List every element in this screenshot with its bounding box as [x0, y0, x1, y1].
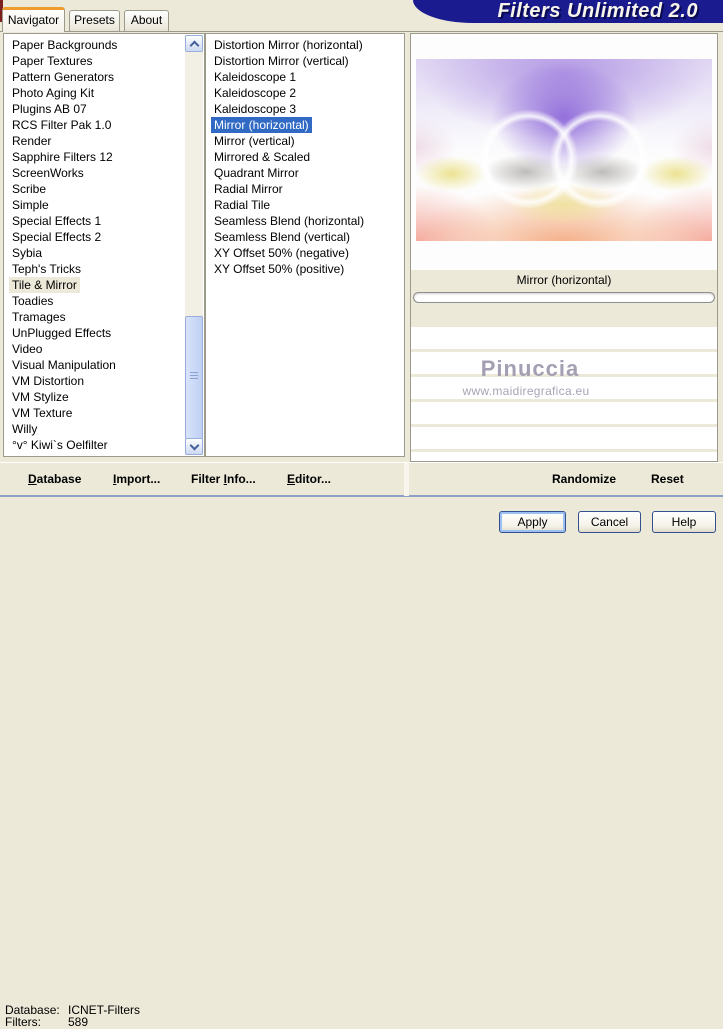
category-list-item[interactable]: Video [9, 341, 45, 357]
category-scrollbar[interactable] [185, 35, 203, 455]
filter-list-item[interactable]: Mirror (vertical) [211, 133, 298, 149]
category-list-item[interactable]: Render [9, 133, 54, 149]
tab-navigator[interactable]: Navigator [2, 7, 65, 32]
filter-list-item[interactable]: Distortion Mirror (horizontal) [211, 37, 366, 53]
filter-list-item[interactable]: XY Offset 50% (negative) [211, 245, 352, 261]
category-list-item[interactable]: Visual Manipulation [9, 357, 119, 373]
category-list-item[interactable]: Special Effects 1 [9, 213, 104, 229]
editor-label-key: E [287, 472, 296, 486]
filter-list-item[interactable]: Kaleidoscope 2 [211, 85, 299, 101]
category-list-item[interactable]: Simple [9, 197, 52, 213]
tab-bar-baseline [0, 31, 723, 32]
category-list-item[interactable]: Tile & Mirror [9, 277, 80, 293]
scroll-down-button[interactable] [185, 438, 203, 455]
category-list-item[interactable]: Sybia [9, 245, 45, 261]
toolbar: Database Import... Filter Info... Editor… [0, 462, 723, 497]
import-button[interactable]: Import... [113, 463, 160, 496]
filter-list-item[interactable]: Mirror (horizontal) [211, 117, 312, 133]
category-list-item[interactable]: VM Distortion [9, 373, 87, 389]
reset-button[interactable]: Reset [651, 463, 684, 496]
filter-info-button[interactable]: Filter Info... [191, 463, 256, 496]
preview-panel: Mirror (horizontal) Pinuccia www.maidire… [410, 33, 718, 462]
category-list-item[interactable]: Teph's Tricks [9, 261, 84, 277]
preview-area [411, 34, 717, 270]
filter-list-item[interactable]: XY Offset 50% (positive) [211, 261, 347, 277]
preview-image [416, 59, 712, 241]
category-list-item[interactable]: Special Effects 2 [9, 229, 104, 245]
category-list: Paper Backgrounds Paper Textures Pattern G… [4, 34, 204, 453]
apply-button[interactable]: Apply [499, 511, 566, 533]
chevron-down-icon [189, 440, 200, 451]
filter-list-item[interactable]: Kaleidoscope 1 [211, 69, 299, 85]
category-list-item[interactable]: Photo Aging Kit [9, 85, 97, 101]
cancel-button[interactable]: Cancel [578, 511, 641, 533]
filter-list-item[interactable]: Quadrant Mirror [211, 165, 302, 181]
watermark-title: Pinuccia [480, 356, 580, 381]
database-label-post: atabase [36, 472, 82, 486]
database-value: ICNET-Filters [68, 1003, 140, 1017]
filter-list-item[interactable]: Distortion Mirror (vertical) [211, 53, 352, 69]
filter-list-item[interactable]: Mirrored & Scaled [211, 149, 313, 165]
category-list-item[interactable]: UnPlugged Effects [9, 325, 114, 341]
scroll-up-button[interactable] [185, 35, 203, 52]
category-list-item[interactable]: VM Stylize [9, 389, 72, 405]
help-button[interactable]: Help [652, 511, 716, 533]
category-list-item[interactable]: RCS Filter Pak 1.0 [9, 117, 114, 133]
editor-button[interactable]: Editor... [287, 463, 331, 496]
toolbar-divider [404, 463, 409, 496]
preview-progress-bar [413, 292, 715, 303]
category-list-panel: Paper Backgrounds Paper Textures Pattern G… [3, 33, 205, 457]
category-list-item[interactable]: °v° Kiwi`s Oelfilter [9, 437, 111, 453]
database-label-key: D [28, 472, 37, 486]
database-label: Database: [5, 1003, 60, 1017]
scrollbar-thumb[interactable] [185, 316, 203, 439]
tab-about[interactable]: About [124, 10, 169, 31]
filters-value: 589 [68, 1015, 89, 1029]
selected-filter-name: Mirror (horizontal) [411, 270, 717, 291]
category-list-item[interactable]: Sapphire Filters 12 [9, 149, 116, 165]
category-list-item[interactable]: VM Texture [9, 405, 75, 421]
import-label-post: mport... [116, 472, 161, 486]
filter-list-item[interactable]: Seamless Blend (horizontal) [211, 213, 367, 229]
title-banner: Filters Unlimited 2.0 [413, 0, 723, 23]
thumb-grip-icon [190, 372, 198, 381]
category-list-item[interactable]: Scribe [9, 181, 49, 197]
watermark-url: www.maidiregrafica.eu [462, 384, 590, 398]
chevron-up-icon [189, 40, 200, 51]
category-list-item[interactable]: Pattern Generators [9, 69, 117, 85]
category-list-item[interactable]: Paper Textures [9, 53, 96, 69]
filter-list-item[interactable]: Kaleidoscope 3 [211, 101, 299, 117]
category-list-item[interactable]: Plugins AB 07 [9, 101, 90, 117]
category-list-item[interactable]: Tramages [9, 309, 69, 325]
filter-list-item[interactable]: Radial Mirror [211, 181, 286, 197]
filter-info-label-post: nfo... [227, 472, 256, 486]
filter-list-item[interactable]: Seamless Blend (vertical) [211, 229, 353, 245]
editor-label-post: ditor... [295, 472, 332, 486]
database-button[interactable]: Database [28, 463, 81, 496]
category-list-item[interactable]: Willy [9, 421, 40, 437]
filter-list: Distortion Mirror (horizontal) Distortion… [206, 34, 404, 277]
filter-list-item[interactable]: Radial Tile [211, 197, 273, 213]
randomize-button[interactable]: Randomize [552, 463, 616, 496]
tab-presets[interactable]: Presets [69, 10, 120, 31]
category-list-item[interactable]: Toadies [9, 293, 56, 309]
filters-label: Filters: [5, 1015, 41, 1029]
category-list-item[interactable]: ScreenWorks [9, 165, 87, 181]
category-list-item[interactable]: Paper Backgrounds [9, 37, 120, 53]
filter-info-label-pre: Filter [191, 472, 224, 486]
